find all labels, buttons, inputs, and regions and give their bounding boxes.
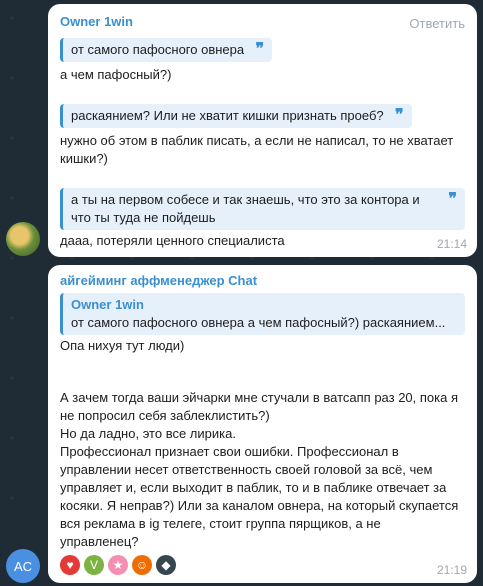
quoted-text-content: а ты на первом собесе и так знаешь, что … [71,192,420,225]
avatar-reaction-2[interactable]: ★ [108,555,128,575]
avatar-reaction-3[interactable]: ☺ [132,555,152,575]
sender-name[interactable]: Owner 1win [60,14,133,29]
quote-icon: ❞ [395,107,404,124]
quoted-text-content: от самого пафосного овнера [71,42,245,57]
message-text: а чем пафосный?) [60,67,172,82]
message-time: 21:19 [436,563,467,577]
message-text: Опа нихуя тут люди) [60,338,185,353]
reactions-bar: ♥ V ★ ☺ ◆ [60,555,176,575]
avatar[interactable]: AC [6,549,40,583]
avatar-reaction-1[interactable]: V [84,555,104,575]
reply-button[interactable]: Ответить [409,16,465,31]
message-text: нужно об этом в паблик писать, а если не… [60,133,454,166]
sender-name[interactable]: айгейминг аффменеджер Chat [60,273,257,288]
message-text: А зачем тогда ваши эйчарки мне стучали в… [60,390,459,549]
reply-quote-text: от самого пафосного овнера а чем пафосны… [71,315,446,330]
quote-icon: ❞ [255,41,265,58]
avatar[interactable] [6,222,40,256]
message-bubble[interactable]: Owner 1win Ответить от самого пафосного … [48,4,477,257]
reply-quote-sender: Owner 1win [71,297,144,312]
message-text: дааа, потеряли ценного специалиста [60,233,285,248]
quoted-text: а ты на первом собесе и так знаешь, что … [60,188,465,230]
message-bubble[interactable]: айгейминг аффменеджер Chat Owner 1win от… [48,265,477,583]
heart-reaction[interactable]: ♥ [60,555,80,575]
message-time: 21:14 [436,237,467,251]
quoted-text: раскаянием? Или не хватит кишки признать… [60,104,412,128]
quoted-text-content: раскаянием? Или не хватит кишки признать… [71,108,384,123]
quoted-text: от самого пафосного овнера ❞ [60,38,273,62]
quote-icon: ❞ [448,191,457,208]
reply-quote[interactable]: Owner 1win от самого пафосного овнера а … [60,293,465,335]
avatar-reaction-4[interactable]: ◆ [156,555,176,575]
